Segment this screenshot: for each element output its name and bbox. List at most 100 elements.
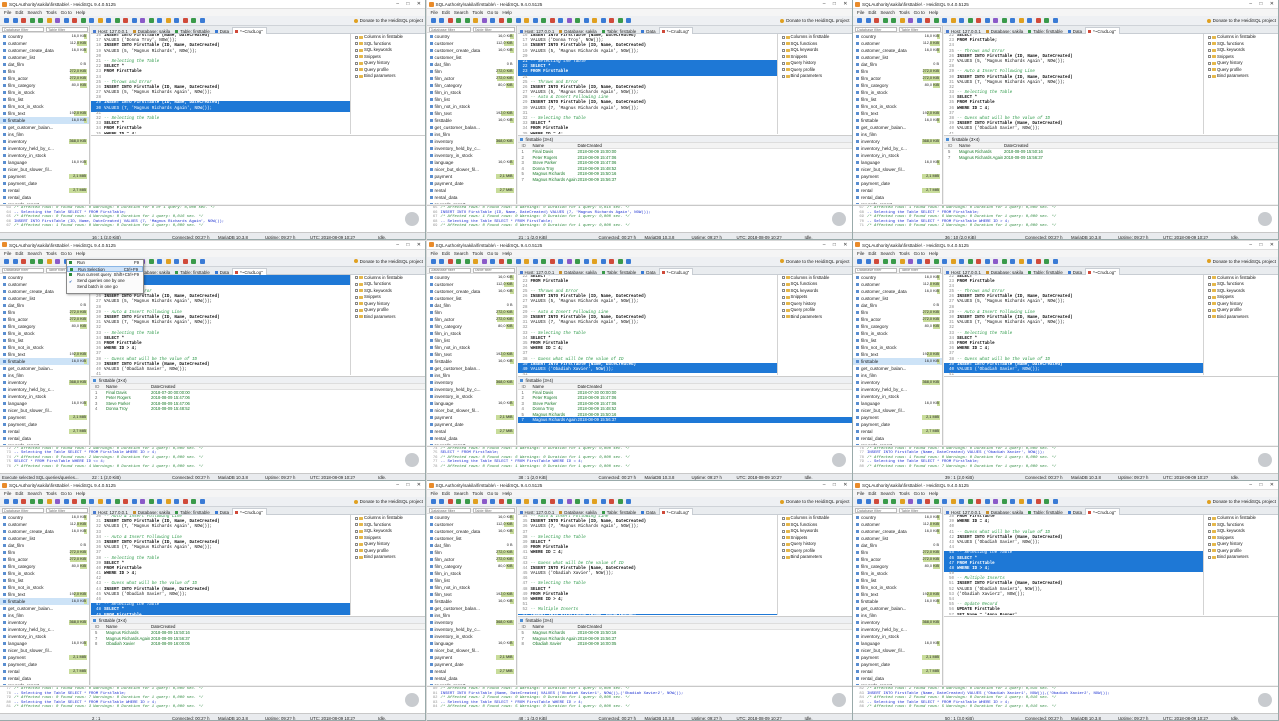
toolbar-button-icon[interactable] [549,258,555,264]
tree-item[interactable]: inventory 368,0 KiB [0,379,89,386]
toolbar-button-icon[interactable] [12,499,18,504]
toolbar-button-icon[interactable] [12,18,18,23]
toolbar-button-icon[interactable] [199,258,205,264]
expand-icon[interactable] [355,42,358,45]
menu-item-tools[interactable]: Tools [46,251,57,256]
menu-item-go-to[interactable]: Go to [61,10,72,15]
expand-icon[interactable] [1208,74,1211,78]
tree-item[interactable]: nicer_but_slower_fil... [853,647,942,654]
tree-item[interactable]: film_actor 272,0 KiB [0,556,89,563]
tree-item[interactable]: customer_create_data16,0 KiB [853,47,942,54]
tree-item[interactable]: film_category 80,0 KiB [853,563,942,570]
window-controls[interactable]: ‒ □ ✕ [823,242,851,248]
tree-item[interactable]: payment_date [0,661,89,668]
toolbar-button-icon[interactable] [140,499,145,504]
toolbar-button-icon[interactable] [114,18,120,23]
menu-item-go-to[interactable]: Go to [487,491,498,496]
toolbar-button-icon[interactable] [498,258,504,264]
toolbar-button-icon[interactable] [182,18,188,23]
expand-icon[interactable] [781,529,785,533]
expand-icon[interactable] [781,549,785,552]
toolbar-button-icon[interactable] [46,258,52,264]
toolbar-button-icon[interactable] [447,18,453,23]
menu-item-search[interactable]: Search [27,251,42,256]
tree-item[interactable]: film_not_in_stock [427,344,516,351]
tree-item[interactable]: film_in_stock [853,89,942,96]
expand-icon[interactable] [1208,315,1211,318]
toolbar-button-icon[interactable] [865,258,871,264]
toolbar-button-icon[interactable] [481,258,487,264]
tree-item[interactable]: film_not_in_stock [427,584,516,591]
toolbar-button-icon[interactable] [481,18,487,23]
results-tab[interactable]: firsttable (3×4) [517,617,852,624]
toolbar-button-icon[interactable] [498,18,504,23]
tree-item[interactable]: payment_date [0,180,89,187]
expand-icon[interactable] [355,536,358,539]
tree-item[interactable]: language 16,0 KiB [427,640,516,647]
donate-link[interactable]: Donate to the HeidiSQL project [1206,499,1276,504]
tree-item[interactable]: inventory 368,0 KiB [853,619,942,626]
toolbar-button-icon[interactable] [942,258,947,264]
helper-item[interactable]: Bind parameters [1205,554,1278,561]
toolbar-button-icon[interactable] [1001,499,1007,504]
tab-query[interactable]: *~CrudLog" [232,27,267,34]
tree-item[interactable]: firsttable 16,0 KiB [427,358,516,365]
results-tab[interactable]: firsttable (3×4) [91,376,425,384]
tree-item[interactable]: payment_date [427,661,516,668]
menu-item-tools[interactable]: Tools [472,251,483,256]
table-row[interactable]: 8 Obadiah Xavier 2018-08-09 16:00:05 [518,641,852,647]
table-filter-input[interactable] [46,508,88,513]
tree-item[interactable]: customer_create_data16,0 KiB [853,288,942,295]
toolbar-button-icon[interactable] [976,499,981,504]
sql-editor[interactable]: 22SELECT *23FROM FirstTable2425-- Throws… [944,274,1204,375]
tree-item[interactable]: customer_list [427,54,516,61]
toolbar-button-icon[interactable] [97,499,103,504]
tree-item[interactable]: film_text 192,0 KiB [0,110,89,117]
tree-item[interactable]: film_text 192,0 KiB [427,591,516,598]
toolbar-button-icon[interactable] [524,258,529,264]
menu-item-edit[interactable]: Edit [15,10,23,15]
expand-icon[interactable] [781,555,785,559]
tree-item[interactable]: film_category 80,0 KiB [427,82,516,89]
expand-icon[interactable] [1208,48,1211,52]
toolbar-button-icon[interactable] [46,499,52,504]
expand-icon[interactable] [781,516,785,520]
toolbar-button-icon[interactable] [899,18,905,23]
toolbar-button-icon[interactable] [1044,258,1049,264]
tree-item[interactable]: film_category 80,0 KiB [427,323,516,330]
table-filter-input[interactable] [899,508,941,513]
menu-item-go-to[interactable]: Go to [914,10,925,15]
toolbar-button-icon[interactable] [959,18,964,23]
toolbar-button-icon[interactable] [38,499,43,504]
helper-item[interactable]: Bind parameters [352,73,425,80]
toolbar-button-icon[interactable] [473,258,478,264]
tree-item[interactable]: country16,0 KiB [427,274,516,281]
expand-icon[interactable] [781,35,785,39]
tree-item[interactable]: rental_data [427,194,516,201]
tree-item[interactable]: payment_date [0,421,89,428]
tree-item[interactable]: dat_film 0 B [0,302,89,309]
tree-item[interactable]: inventory_held_by_c... [853,386,942,393]
tree-item[interactable]: payment_date [853,661,942,668]
tree-item[interactable]: customer_list [853,54,942,61]
toolbar-button-icon[interactable] [1044,18,1049,23]
expand-icon[interactable] [781,289,785,292]
menu-item-edit[interactable]: Edit [15,491,23,496]
tree-item[interactable]: film_list [0,96,89,103]
toolbar-button-icon[interactable] [882,18,888,23]
toolbar-button-icon[interactable] [1027,258,1032,264]
tree-item[interactable]: customer112,0 KiB [853,40,942,47]
toolbar-button-icon[interactable] [430,258,436,264]
tree-item[interactable]: nicer_but_slower_fil... [853,407,942,414]
tree-item[interactable]: rental_data [0,675,89,682]
tree-item[interactable]: customer_list [853,295,942,302]
tree-item[interactable]: language 16,0 KiB [0,400,89,407]
tree-item[interactable]: film_in_stock [0,330,89,337]
tree-item[interactable]: film_actor 272,0 KiB [427,75,516,82]
menu-item-file[interactable]: File [4,10,11,15]
tree-item[interactable]: dat_film 0 B [853,61,942,68]
tree-item[interactable]: customer_create_data16,0 KiB [427,528,516,535]
toolbar-button-icon[interactable] [1035,258,1041,264]
toolbar-button-icon[interactable] [1035,499,1041,504]
expand-icon[interactable] [781,55,785,58]
